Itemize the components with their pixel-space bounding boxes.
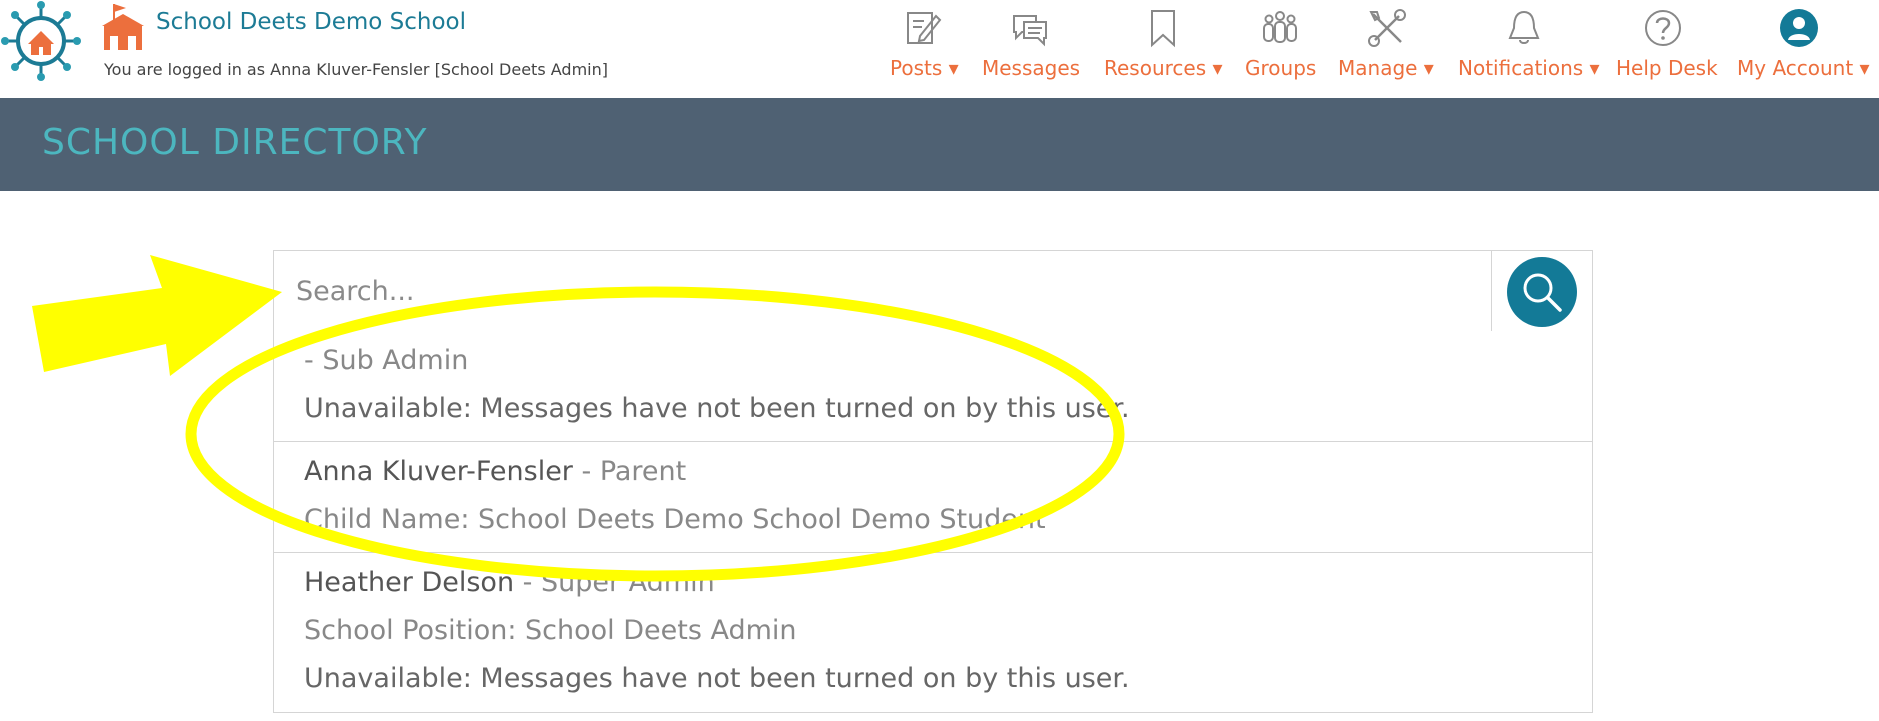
- school-building-icon: [102, 4, 144, 50]
- result-detail: Child Name: School Deets Demo School Dem…: [304, 504, 1046, 535]
- nav-label: My Account ▾: [1737, 56, 1870, 80]
- nav-label: Resources ▾: [1104, 56, 1223, 80]
- nav-label: Posts ▾: [890, 56, 959, 80]
- nav-help-desk[interactable]: Help Desk: [1608, 0, 1723, 98]
- search-bar: [273, 250, 1593, 332]
- messages-chat-icon: [1013, 15, 1047, 47]
- school-name[interactable]: School Deets Demo School: [156, 9, 466, 35]
- result-role: - Sub Admin: [304, 345, 469, 376]
- bookmark-icon: [1151, 10, 1175, 48]
- result-heading: - Sub Admin: [304, 345, 468, 376]
- yellow-arrow-annotation: [32, 255, 282, 376]
- search-input[interactable]: [274, 251, 1492, 331]
- result-heading: Anna Kluver-Fensler - Parent: [304, 456, 686, 487]
- posts-edit-icon: [907, 12, 942, 44]
- nav-my-account[interactable]: My Account ▾: [1733, 0, 1877, 98]
- question-icon: [1645, 10, 1681, 46]
- nav-label: Help Desk: [1616, 56, 1718, 80]
- nav-resources[interactable]: Resources ▾: [1100, 0, 1230, 98]
- nav-posts[interactable]: Posts ▾: [884, 0, 994, 98]
- result-role: - Super Admin: [514, 567, 715, 598]
- list-item[interactable]: Anna Kluver-Fensler - Parent Child Name:…: [273, 442, 1593, 553]
- nav-label: Manage ▾: [1338, 56, 1434, 80]
- nav-notifications[interactable]: Notifications ▾: [1454, 0, 1600, 98]
- school-deets-logo-icon[interactable]: [0, 0, 82, 82]
- top-header: School Deets Demo School You are logged …: [0, 0, 1879, 98]
- bell-icon: [1508, 10, 1540, 44]
- result-detail: School Position: School Deets Admin: [304, 615, 797, 646]
- user-avatar-icon: [1780, 9, 1818, 47]
- nav-groups[interactable]: Groups: [1240, 0, 1320, 98]
- search-results-list: - Sub Admin Unavailable: Messages have n…: [273, 331, 1593, 713]
- tools-icon: [1368, 9, 1406, 47]
- nav-label: Messages: [982, 56, 1081, 80]
- nav-label: Groups: [1245, 56, 1317, 80]
- nav-label: Notifications ▾: [1458, 56, 1600, 80]
- result-role: - Parent: [572, 456, 687, 487]
- search-button[interactable]: [1507, 257, 1577, 327]
- result-status: Unavailable: Messages have not been turn…: [304, 663, 1130, 694]
- list-item[interactable]: Heather Delson - Super Admin School Posi…: [273, 553, 1593, 713]
- nav-messages[interactable]: Messages: [980, 0, 1090, 98]
- search-icon: [1523, 273, 1562, 312]
- result-name: Heather Delson: [304, 567, 515, 598]
- list-item[interactable]: - Sub Admin Unavailable: Messages have n…: [273, 331, 1593, 442]
- result-status: Unavailable: Messages have not been turn…: [304, 393, 1130, 424]
- nav-manage[interactable]: Manage ▾: [1334, 0, 1444, 98]
- logged-in-status: You are logged in as Anna Kluver-Fensler…: [104, 60, 608, 79]
- result-heading: Heather Delson - Super Admin: [304, 567, 715, 598]
- result-name: Anna Kluver-Fensler: [304, 456, 573, 487]
- groups-people-icon: [1263, 11, 1297, 43]
- page-title: SCHOOL DIRECTORY: [42, 122, 428, 163]
